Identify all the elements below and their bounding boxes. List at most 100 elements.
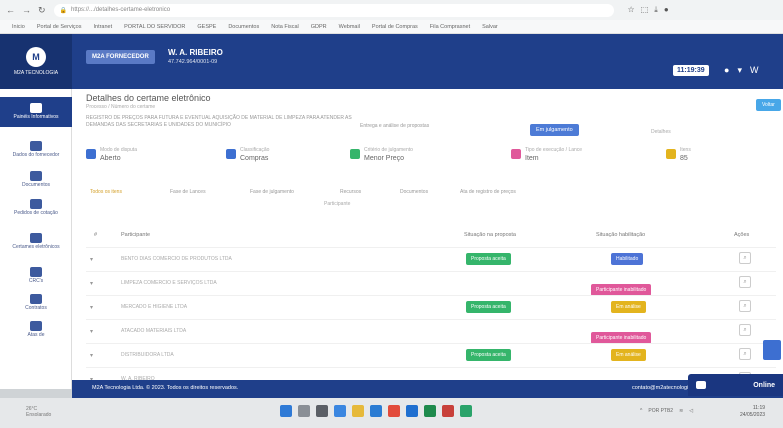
sidebar-item-label: Certames eletrônicos bbox=[12, 244, 60, 250]
star-icon[interactable]: ☆ bbox=[628, 5, 635, 15]
weather-widget[interactable]: 26°C Ensolarado bbox=[26, 406, 51, 418]
tab-item[interactable]: Fase de Lances bbox=[170, 189, 206, 195]
menu-icon[interactable]: ▾ bbox=[737, 65, 742, 76]
info-field: Modo de disputa Aberto bbox=[86, 147, 137, 162]
word-icon[interactable] bbox=[406, 405, 418, 417]
sidebar-item[interactable]: Certames eletrônicos bbox=[0, 233, 72, 251]
logo-text: M2A TECNOLOGIA bbox=[13, 70, 59, 76]
back-button[interactable]: Voltar bbox=[756, 99, 781, 111]
sidebar-item[interactable]: Pedidos de cotação bbox=[0, 199, 72, 217]
view-details-icon[interactable]: ⌕ bbox=[739, 324, 751, 336]
info-field-icon bbox=[350, 149, 360, 159]
tray-arrow-icon[interactable]: ^ bbox=[640, 408, 642, 414]
user-icon[interactable]: W bbox=[750, 65, 759, 76]
view-details-icon[interactable]: ⌕ bbox=[739, 276, 751, 288]
back-arrow-icon[interactable]: ← bbox=[6, 5, 15, 16]
expand-chevron-icon[interactable]: ▾ bbox=[90, 280, 93, 287]
bookmark-item[interactable]: Webmail bbox=[339, 24, 360, 30]
sidebar-item[interactable]: CRC's bbox=[0, 267, 72, 285]
sidebar-item[interactable]: Painéis Informativos bbox=[0, 97, 72, 127]
expand-chevron-icon[interactable]: ▾ bbox=[90, 328, 93, 335]
header-proposal: Situação na proposta bbox=[464, 232, 516, 238]
copyright: M2A Tecnologia Ltda. © 2023. Todos os di… bbox=[92, 385, 239, 391]
header-icons: ● ▾ W bbox=[724, 65, 758, 76]
phase-badge: Em julgamento bbox=[530, 124, 579, 136]
session-clock: 11:19:39 bbox=[673, 65, 709, 76]
details-note[interactable]: Detalhes bbox=[651, 129, 671, 135]
sidebar-item-icon bbox=[30, 267, 42, 277]
sidebar-item[interactable]: Dados do fornecedor bbox=[0, 141, 72, 159]
tab-item[interactable]: Ata de registro de preços bbox=[460, 189, 516, 195]
bookmarks-bar: Inicio Portal de Serviços Intranet PORTAL D… bbox=[0, 20, 783, 34]
sidebar-item-icon bbox=[30, 294, 42, 304]
view-details-icon[interactable]: ⌕ bbox=[739, 348, 751, 360]
certame-object: REGISTRO DE PREÇOS PARA FUTURA E EVENTUA… bbox=[86, 115, 352, 128]
folder-icon[interactable] bbox=[352, 405, 364, 417]
tab-item[interactable]: Fase de julgamento bbox=[250, 189, 294, 195]
edge-icon[interactable] bbox=[334, 405, 346, 417]
profile-icon[interactable]: ● bbox=[664, 5, 669, 15]
table-row: ▾ DISTRIBUIDORA LTDA Proposta aceita Em aná… bbox=[86, 343, 776, 365]
sidebar-item-icon bbox=[30, 171, 42, 181]
search-icon[interactable] bbox=[298, 405, 310, 417]
bookmark-item[interactable]: Portal de Compras bbox=[372, 24, 418, 30]
page-title: Detalhes do certame eletrônico bbox=[86, 93, 211, 103]
reload-icon[interactable]: ↻ bbox=[38, 5, 46, 16]
sidebar-item[interactable]: Contratos bbox=[0, 294, 72, 312]
tab-item[interactable]: Todos os itens bbox=[90, 189, 122, 195]
logo[interactable]: M M2A TECNOLOGIA bbox=[0, 34, 72, 89]
bookmark-item[interactable]: Salvar bbox=[482, 24, 498, 30]
bookmark-item[interactable]: Documentos bbox=[228, 24, 259, 30]
info-field-text: Critério de julgamento Menor Preço bbox=[364, 147, 413, 162]
windows-start-icon[interactable] bbox=[280, 405, 292, 417]
chrome-icon[interactable] bbox=[388, 405, 400, 417]
bookmark-item[interactable]: Portal de Serviços bbox=[37, 24, 82, 30]
notification-icon[interactable]: ● bbox=[724, 65, 729, 76]
bookmark-item[interactable]: Inicio bbox=[12, 24, 25, 30]
expand-chevron-icon[interactable]: ▾ bbox=[90, 352, 93, 359]
info-field-icon bbox=[86, 149, 96, 159]
info-field-value: Menor Preço bbox=[364, 155, 405, 162]
expand-chevron-icon[interactable]: ▾ bbox=[90, 256, 93, 263]
excel-icon[interactable] bbox=[424, 405, 436, 417]
forward-arrow-icon[interactable]: → bbox=[22, 5, 31, 16]
volume-icon[interactable]: ◁ bbox=[689, 408, 693, 414]
tab-item[interactable]: Recursos bbox=[340, 189, 361, 195]
bookmark-item[interactable]: Nota Fiscal bbox=[271, 24, 299, 30]
pdf-icon[interactable] bbox=[442, 405, 454, 417]
download-icon[interactable]: ⤓ bbox=[654, 5, 658, 15]
info-field-value: Compras bbox=[240, 155, 269, 162]
bookmark-item[interactable]: Fila Comprasnet bbox=[430, 24, 470, 30]
task-view-icon[interactable] bbox=[316, 405, 328, 417]
wifi-icon[interactable]: ≋ bbox=[679, 408, 683, 414]
info-field-label: Critério de julgamento bbox=[364, 147, 413, 153]
user-name: W. A. RIBEIRO bbox=[168, 48, 223, 57]
language-indicator[interactable]: POR PTB2 bbox=[648, 408, 673, 414]
info-field-label: Modo de disputa bbox=[100, 147, 137, 153]
sidebar-item-label: Painéis Informativos bbox=[13, 114, 59, 120]
extensions-icon[interactable]: ⬚ bbox=[641, 5, 649, 15]
app-icon[interactable] bbox=[460, 405, 472, 417]
info-field-text: Tipo de execução / Lance Item bbox=[525, 147, 582, 162]
sidebar-item[interactable]: Atas de bbox=[0, 321, 72, 339]
view-details-icon[interactable]: ⌕ bbox=[739, 300, 751, 312]
bookmark-item[interactable]: GESPE bbox=[197, 24, 216, 30]
bookmark-item[interactable]: Intranet bbox=[93, 24, 112, 30]
footer: M2A Tecnologia Ltda. © 2023. Todos os di… bbox=[72, 380, 783, 398]
sidebar-item[interactable]: Documentos bbox=[0, 171, 72, 189]
expand-chevron-icon[interactable]: ▾ bbox=[90, 304, 93, 311]
view-details-icon[interactable]: ⌕ bbox=[739, 252, 751, 264]
system-clock[interactable]: 11:19 24/05/2023 bbox=[740, 405, 765, 418]
bookmark-item[interactable]: PORTAL DO SERVIDOR bbox=[124, 24, 185, 30]
info-field-label: Itens bbox=[680, 147, 691, 153]
sidebar: Painéis Informativos Dados do fornecedor D… bbox=[0, 89, 72, 389]
online-chat-button[interactable]: Online bbox=[688, 374, 783, 396]
sidebar-item-icon bbox=[30, 141, 42, 151]
info-field: Critério de julgamento Menor Preço bbox=[350, 147, 413, 162]
store-icon[interactable] bbox=[370, 405, 382, 417]
url-bar[interactable]: 🔒 https://.../detalhes-certame-eletronic… bbox=[53, 3, 614, 17]
bookmark-item[interactable]: GDPR bbox=[311, 24, 327, 30]
tab-item[interactable]: Documentos bbox=[400, 189, 428, 195]
scroll-top-button[interactable] bbox=[763, 340, 781, 360]
sidebar-item-label: Contratos bbox=[25, 305, 47, 311]
